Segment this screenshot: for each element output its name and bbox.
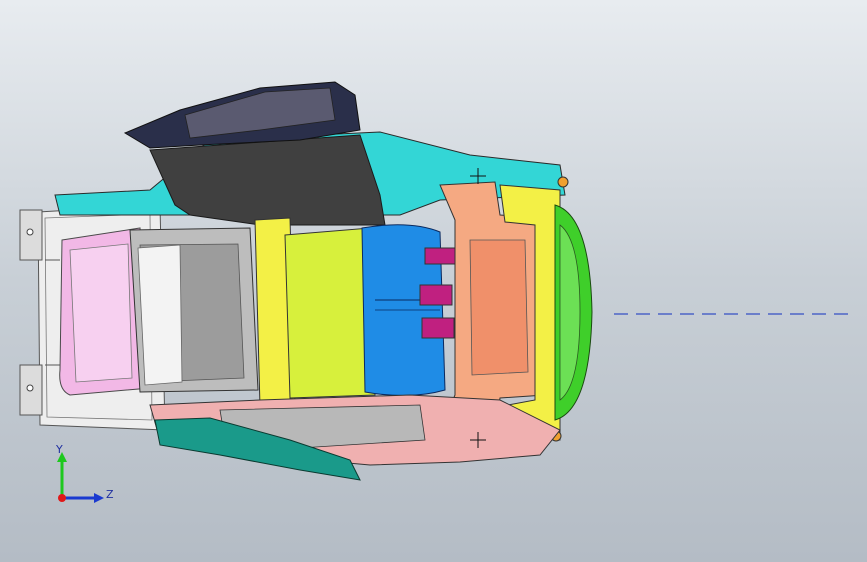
origin-dot [58,494,66,502]
y-axis-label: Y [55,443,63,456]
coordinate-triad: Y Z [55,443,114,503]
graphics-viewport[interactable] [0,0,867,562]
lime-block[interactable] [284,227,376,399]
dark-cowl[interactable] [149,134,386,226]
z-axis-head [94,493,104,503]
z-axis-label: Z [106,488,114,501]
cad-model[interactable] [19,81,593,481]
front-light-top[interactable] [557,176,569,188]
